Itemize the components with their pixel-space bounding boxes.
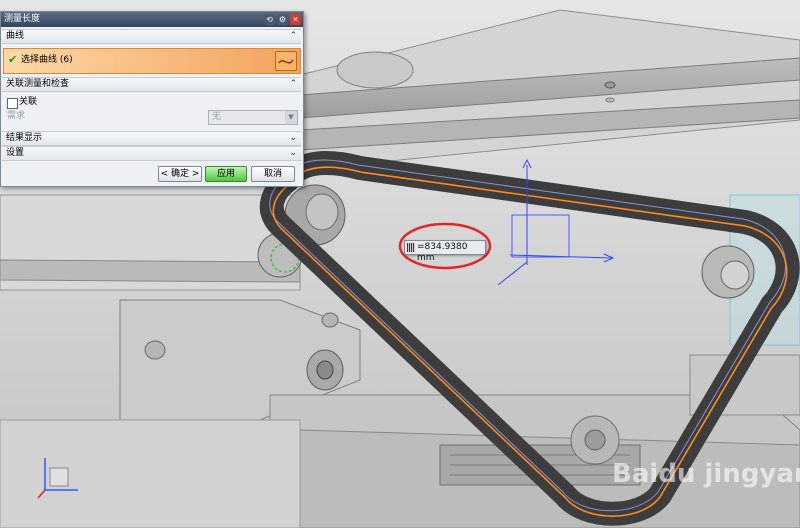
associative-checkbox-label: 关联 (19, 97, 38, 107)
requirement-label: 需求 (7, 111, 26, 121)
section-results-label: 结果显示 (6, 133, 43, 143)
watermark: Baidu jingyan (612, 459, 800, 489)
apply-button[interactable]: 应用 (205, 166, 247, 182)
section-associative-label: 关联测量和检查 (6, 79, 70, 89)
section-results[interactable]: 结果显示 ⌄ (2, 131, 301, 146)
measurement-readout: =834.9380 mm (404, 240, 486, 263)
ok-button[interactable]: < 确定 > (158, 166, 202, 182)
chevron-down-icon[interactable]: ⌄ (289, 147, 297, 159)
reset-icon[interactable]: ⟲ (264, 14, 275, 25)
curve-icon (278, 59, 294, 64)
checkmark-icon: ✔ (8, 53, 18, 66)
close-icon[interactable]: ✕ (290, 14, 301, 25)
select-curve-label: 选择曲线 (6) (21, 55, 73, 65)
chevron-down-icon[interactable]: ▼ (285, 111, 297, 124)
measurement-value: =834.9380 mm (417, 242, 468, 263)
requirement-select[interactable]: 无 ▼ (208, 110, 298, 125)
chevron-up-icon[interactable]: ⌃ (289, 30, 297, 42)
requirement-value: 无 (212, 112, 222, 122)
ruler-icon (407, 243, 415, 252)
section-settings[interactable]: 设置 ⌄ (2, 146, 301, 161)
curve-select-button[interactable] (275, 51, 297, 71)
dialog-title: 测量长度 (4, 14, 41, 24)
associative-checkbox[interactable] (7, 98, 18, 109)
measure-length-dialog: 测量长度 ⟲ ⚙ ✕ 曲线 ⌃ ✔ 选择曲线 (6) 关联测量和检查 ⌃ 关联 … (0, 11, 304, 187)
gear-icon[interactable]: ⚙ (277, 14, 288, 25)
section-curve[interactable]: 曲线 ⌃ (2, 29, 301, 44)
section-curve-label: 曲线 (6, 31, 25, 41)
section-settings-label: 设置 (6, 148, 25, 158)
section-associative[interactable]: 关联测量和检查 ⌃ (2, 77, 301, 92)
cancel-button[interactable]: 取消 (251, 166, 295, 182)
chevron-up-icon[interactable]: ⌃ (289, 78, 297, 90)
select-curve-row[interactable]: ✔ 选择曲线 (6) (3, 48, 301, 74)
chevron-down-icon[interactable]: ⌄ (289, 132, 297, 144)
dialog-titlebar[interactable]: 测量长度 ⟲ ⚙ ✕ (1, 12, 303, 27)
